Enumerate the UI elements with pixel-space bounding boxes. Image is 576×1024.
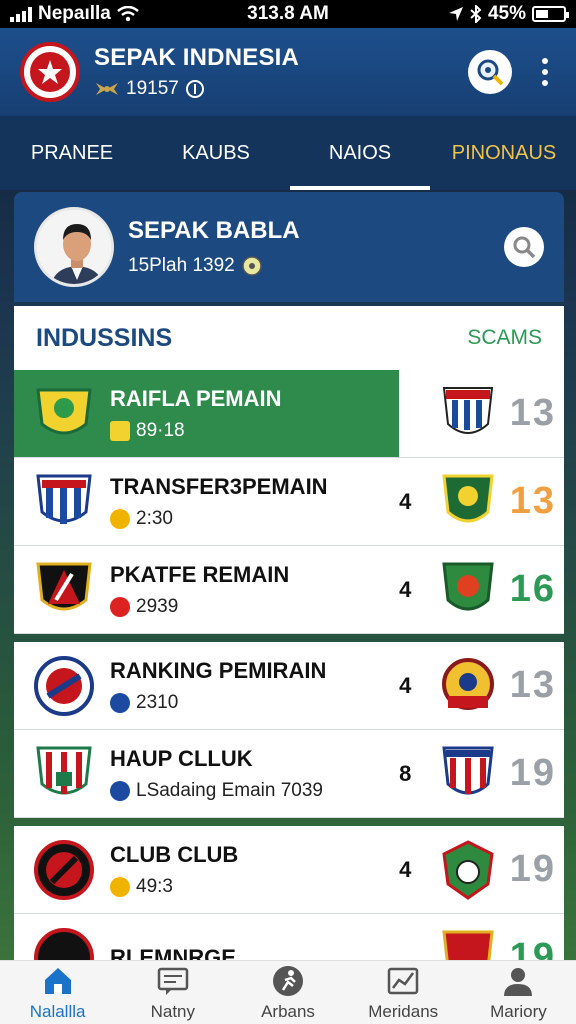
runner-icon — [273, 965, 303, 996]
club-meta: 49:3 — [136, 875, 173, 897]
app-subtitle: 19157 — [126, 78, 179, 99]
section-header: INDUSSINS SCAMS — [14, 306, 564, 370]
location-icon — [448, 7, 463, 21]
profile-name: SEPAK BABLA — [128, 217, 300, 244]
club-crest-icon — [34, 655, 94, 716]
opponent-crest-icon — [442, 746, 494, 794]
club-score: 13 — [509, 392, 557, 434]
list-item[interactable]: RAIFLA PEMAIN 89·18 4 13 — [14, 370, 564, 458]
opponent-crest-icon — [442, 562, 494, 610]
carrier-name: Nepaılla — [38, 3, 111, 24]
more-menu-icon[interactable] — [534, 54, 556, 90]
bluetooth-icon — [470, 5, 482, 23]
club-name: HAUP CLLUK — [110, 745, 253, 771]
tab-naios[interactable]: NAIOS — [288, 116, 432, 190]
nav-stats-label: Meridans — [368, 1001, 439, 1021]
club-count: 4 — [399, 672, 412, 698]
club-score: 13 — [509, 664, 557, 706]
club-crest-icon — [36, 388, 92, 434]
club-count: 4 — [399, 856, 412, 882]
club-crest-icon — [36, 746, 92, 794]
nav-stats[interactable]: Meridans — [346, 961, 461, 1024]
scams-link[interactable]: SCAMS — [467, 326, 542, 350]
club-name: CLUB CLUB — [110, 841, 239, 867]
app-logo — [20, 42, 80, 102]
club-crest-icon — [36, 474, 92, 524]
clock: 313.8 AM — [247, 3, 329, 24]
list-item[interactable]: TRANSFER3PEMAIN 2:30 4 13 — [14, 458, 564, 546]
search-ball-icon — [477, 59, 504, 86]
nav-profile[interactable]: Mariory — [461, 961, 576, 1024]
nav-messages[interactable]: Natny — [115, 961, 230, 1024]
wings-icon — [96, 83, 118, 95]
club-score: 19 — [509, 752, 557, 794]
club-meta: LSadaing Emain 7039 — [136, 779, 323, 801]
search-ball-button[interactable] — [468, 50, 512, 94]
search-icon — [513, 236, 536, 259]
tab-pinonaus[interactable]: PINONAUS — [432, 116, 576, 190]
home-icon — [44, 967, 71, 994]
club-meta: 2939 — [136, 595, 179, 617]
opponent-crest-icon — [442, 474, 494, 522]
profile-card[interactable]: SEPAK BABLA 15Plah 1392 — [14, 192, 564, 302]
wifi-icon — [117, 6, 139, 22]
lightning-icon — [110, 876, 130, 897]
nav-messages-label: Natny — [150, 1001, 196, 1021]
medal-icon — [110, 508, 130, 529]
nav-activity-label: Arbans — [261, 1001, 315, 1021]
battery-percent: 45% — [487, 3, 526, 24]
trophy-icon — [110, 420, 130, 441]
nav-profile-label: Mariory — [490, 1001, 547, 1021]
club-crest-icon — [34, 839, 94, 900]
club-score: 16 — [509, 568, 557, 610]
club-meta: 2:30 — [136, 507, 173, 529]
person-icon — [504, 967, 533, 996]
signal-icon — [10, 6, 32, 22]
club-crest-icon — [36, 562, 92, 610]
section-title: INDUSSINS — [36, 323, 173, 352]
club-list: RAIFLA PEMAIN 89·18 4 13 TRANSFER3PEMAIN… — [14, 370, 564, 1002]
chart-icon — [387, 967, 419, 994]
search-button[interactable] — [504, 227, 544, 267]
app-title: SEPAK INDNESIA — [94, 44, 300, 71]
club-score: 19 — [509, 848, 557, 890]
list-item[interactable]: PKATFE REMAIN 2939 4 16 — [14, 546, 564, 634]
bottom-nav: Nalallla Natny Arbans Meridans Mariory — [0, 960, 576, 1024]
club-score: 13 — [509, 480, 557, 522]
emblem-icon — [110, 780, 130, 801]
club-meta: 89·18 — [136, 419, 185, 441]
ball-icon — [241, 256, 262, 276]
info-icon — [185, 80, 204, 98]
shield-icon — [110, 692, 130, 713]
status-bar: Nepaılla 313.8 AM 45% — [0, 0, 576, 28]
app-header: SEPAK INDNESIA 19157 — [0, 28, 576, 116]
message-icon — [157, 967, 189, 995]
club-meta: 2310 — [136, 691, 179, 713]
list-item[interactable]: HAUP CLLUK LSadaing Emain 7039 8 19 — [14, 730, 564, 818]
list-item[interactable]: CLUB CLUB 49:3 4 19 — [14, 826, 564, 914]
club-count: 4 — [399, 488, 412, 514]
club-name: PKATFE REMAIN — [110, 561, 290, 587]
club-count: 8 — [399, 760, 412, 786]
battery-icon — [532, 6, 569, 22]
list-item[interactable]: RANKING PEMIRAIN 2310 4 13 — [14, 642, 564, 730]
tab-kaubs[interactable]: KAUBS — [144, 116, 288, 190]
opponent-crest-icon — [442, 386, 493, 434]
nav-activity[interactable]: Arbans — [230, 961, 345, 1024]
opponent-crest-icon — [441, 657, 494, 710]
club-count: 4 — [399, 400, 412, 426]
club-name: RAIFLA PEMAIN — [110, 385, 282, 411]
opponent-crest-icon — [442, 839, 494, 900]
nav-home[interactable]: Nalallla — [0, 961, 115, 1024]
profile-meta: 15Plah 1392 — [128, 255, 235, 276]
avatar — [34, 207, 114, 287]
tab-pranee[interactable]: PRANEE — [0, 116, 144, 190]
club-name: RANKING PEMIRAIN — [110, 657, 327, 683]
nav-home-label: Nalallla — [29, 1001, 86, 1021]
tab-bar: PRANEE KAUBS NAIOS PINONAUS — [0, 116, 576, 190]
club-name: TRANSFER3PEMAIN — [110, 473, 328, 499]
club-count: 4 — [399, 576, 412, 602]
badge-icon — [110, 596, 130, 617]
